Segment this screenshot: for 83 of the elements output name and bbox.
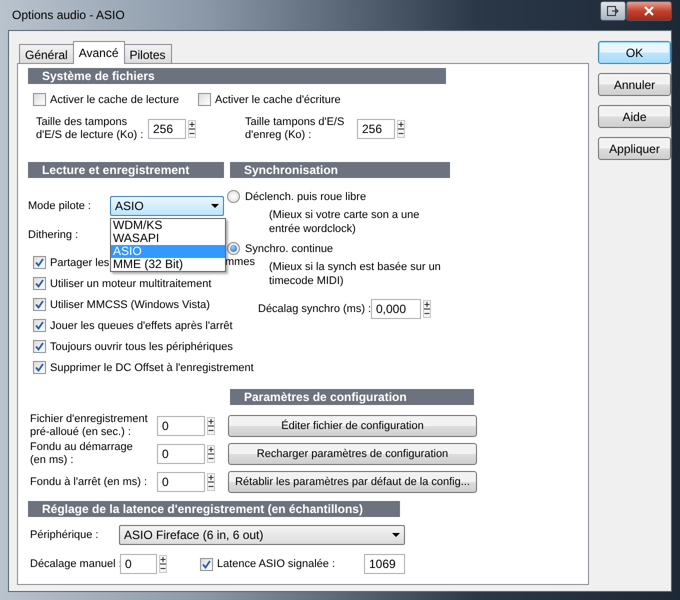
field-label: Dithering : <box>28 229 78 241</box>
field-label: Taille tampons d'E/S d'enreg (Ko) : <box>245 116 346 142</box>
section-header: Paramètres de configuration <box>230 389 474 405</box>
input-field[interactable]: 256 <box>357 119 395 139</box>
input-field[interactable]: 0 <box>157 416 205 436</box>
checkbox[interactable] <box>33 361 46 374</box>
input-field[interactable]: 1069 <box>364 554 405 574</box>
caret-icon <box>211 204 219 208</box>
check-icon <box>35 300 44 309</box>
check-icon <box>35 342 44 351</box>
field-label: Mode pilote : <box>28 200 92 212</box>
dropdown-option[interactable]: WDM/KS <box>111 219 225 232</box>
checkbox-label: Partager les <box>50 256 110 268</box>
checkbox-label: Activer le cache de lecture <box>50 94 180 106</box>
dropdown-option[interactable]: WASAPI <box>111 232 225 245</box>
description-text: (Mieux si votre carte son a une entrée wordclock) <box>269 208 420 236</box>
config-button[interactable]: Rétablir les paramètres par défaut de la config... <box>228 471 477 493</box>
spin-buttons[interactable] <box>207 445 215 463</box>
input-field[interactable]: 0 <box>120 554 157 574</box>
section-header: Système de fichiers <box>28 68 446 84</box>
spin-buttons[interactable] <box>397 120 405 138</box>
config-button[interactable]: Recharger paramètres de configuration <box>228 443 477 465</box>
checkbox-label: Utiliser un moteur multitraitement <box>50 278 212 290</box>
check-icon <box>35 321 44 330</box>
dropdown[interactable]: ASIO <box>110 196 224 216</box>
close-button[interactable] <box>626 1 672 21</box>
field-label: Fondu à l'arrêt (en ms) : <box>30 476 148 488</box>
checkbox[interactable] <box>33 256 46 269</box>
checkbox-label: Activer le cache d'écriture <box>215 94 341 106</box>
radio-button[interactable] <box>227 190 240 203</box>
config-button[interactable]: Éditer fichier de configuration <box>228 415 477 437</box>
radio-label: Synchro. continue <box>245 242 334 254</box>
check-icon <box>202 560 211 568</box>
field-label: Taille des tampons d'E/S de lecture (Ko) : <box>36 116 144 142</box>
spin-buttons[interactable] <box>207 417 215 435</box>
checkbox[interactable] <box>33 298 46 311</box>
checkbox[interactable] <box>33 319 46 332</box>
caret-icon <box>392 533 400 537</box>
input-field[interactable]: 0 <box>157 444 205 464</box>
check-icon <box>35 258 44 267</box>
check-icon <box>35 279 44 288</box>
dropdown-option[interactable]: MME (32 Bit) <box>111 258 225 271</box>
tab[interactable]: Pilotes <box>124 44 172 63</box>
field-label: Fichier d'enregistrement pré-alloué (en sec.) : <box>30 413 149 439</box>
checkbox[interactable] <box>33 340 46 353</box>
input-field[interactable]: 256 <box>148 119 186 139</box>
checkbox[interactable] <box>200 558 213 570</box>
check-icon <box>35 363 44 372</box>
spin-buttons[interactable] <box>159 555 167 573</box>
radio-button[interactable] <box>227 242 240 255</box>
dialog-button[interactable]: Annuler <box>598 73 671 96</box>
radio-label: Déclench. puis roue libre <box>245 190 366 202</box>
checkbox-label: Utiliser MMCSS (Windows Vista) <box>50 298 210 310</box>
checkbox-label: Supprimer le DC Offset à l'enregistrement <box>50 362 254 374</box>
window-icon <box>607 6 619 16</box>
checkbox[interactable] <box>33 277 46 290</box>
dialog-button[interactable]: Aide <box>598 105 671 128</box>
dialog-button[interactable]: Appliquer <box>598 137 671 160</box>
spin-buttons[interactable] <box>207 473 215 491</box>
checkbox-label: Jouer les queues d'effets après l'arrêt <box>50 320 233 332</box>
checkbox-label: mmes <box>225 256 255 268</box>
field-label: Périphérique : <box>30 529 100 541</box>
tab[interactable]: Avancé <box>72 41 125 64</box>
field-label: Décalag synchro (ms) : <box>258 303 371 315</box>
spin-buttons[interactable] <box>188 120 196 138</box>
checkbox-label: Toujours ouvrir tous les périphériques <box>50 340 233 352</box>
device-dropdown[interactable]: ASIO Fireface (6 in, 6 out) <box>119 525 405 545</box>
description-text: (Mieux si la synch est basée sur un timecode MIDI) <box>269 260 442 288</box>
dialog-button[interactable]: OK <box>598 41 671 64</box>
input-field[interactable]: 0 <box>157 472 205 492</box>
input-field[interactable]: 0,000 <box>371 299 421 319</box>
spin-buttons[interactable] <box>423 300 431 318</box>
field-label: Fondu au démarrage (en ms) : <box>30 441 134 467</box>
window-menu-button[interactable] <box>600 1 626 21</box>
tab[interactable]: Général <box>19 44 74 63</box>
section-header: Réglage de la latence d'enregistrement (en échantillons) <box>28 501 400 517</box>
checkbox-label: Latence ASIO signalée : <box>217 558 336 570</box>
window-title: Options audio - ASIO <box>12 8 126 22</box>
section-header: Lecture et enregistrement <box>28 162 224 178</box>
checkbox[interactable] <box>198 93 211 106</box>
checkbox[interactable] <box>33 93 46 106</box>
close-icon <box>643 6 655 16</box>
section-header: Synchronisation <box>230 162 450 178</box>
